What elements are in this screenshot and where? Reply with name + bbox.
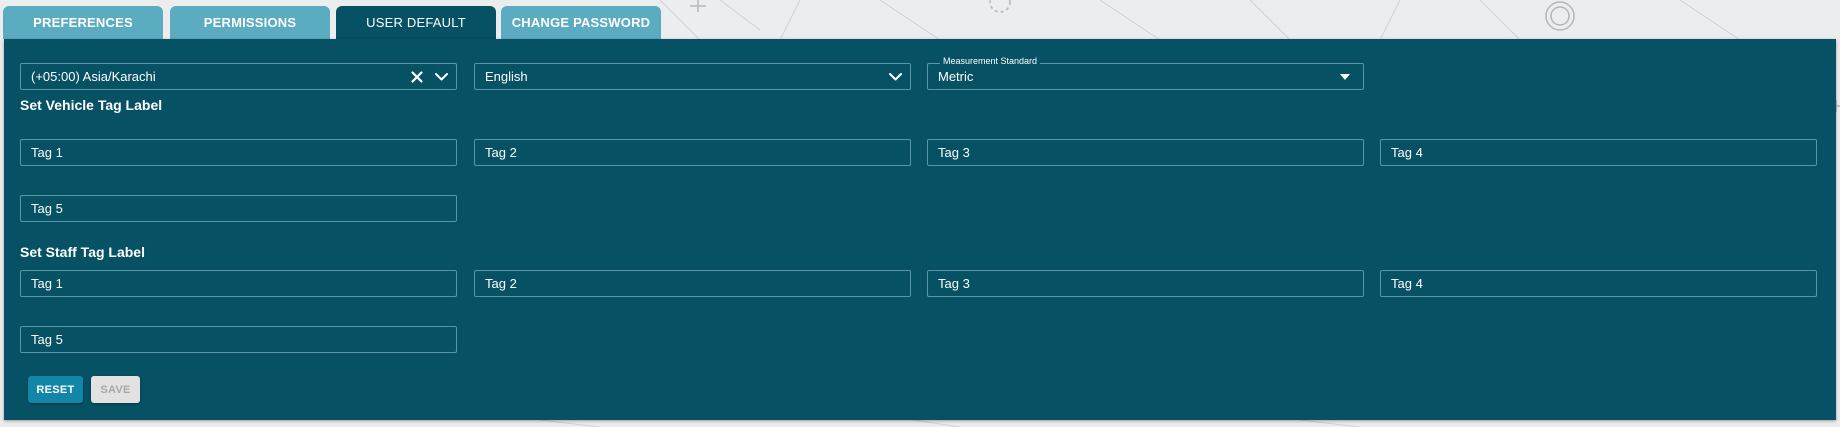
clear-icon[interactable] bbox=[405, 65, 429, 89]
staff-tag-input-4[interactable]: Tag 4 bbox=[1380, 270, 1817, 297]
save-button[interactable]: SAVE bbox=[91, 376, 140, 403]
tab-preferences[interactable]: PREFERENCES bbox=[3, 6, 163, 39]
vehicle-tag-value: Tag 4 bbox=[1391, 145, 1423, 160]
staff-tag-section-title: Set Staff Tag Label bbox=[20, 244, 145, 260]
measurement-value: Metric bbox=[938, 69, 974, 84]
caret-down-icon[interactable] bbox=[1333, 65, 1357, 89]
staff-tag-value: Tag 3 bbox=[938, 276, 970, 291]
vehicle-tag-input-3[interactable]: Tag 3 bbox=[927, 139, 1364, 166]
staff-tag-value: Tag 2 bbox=[485, 276, 517, 291]
timezone-value: (+05:00) Asia/Karachi bbox=[31, 69, 156, 84]
user-default-panel: (+05:00) Asia/Karachi English Measuremen… bbox=[4, 39, 1836, 420]
vehicle-tag-input-2[interactable]: Tag 2 bbox=[474, 139, 911, 166]
vehicle-tag-value: Tag 2 bbox=[485, 145, 517, 160]
vehicle-tag-input-1[interactable]: Tag 1 bbox=[20, 139, 457, 166]
measurement-standard-select[interactable]: Measurement Standard Metric bbox=[927, 56, 1364, 90]
measurement-standard-label: Measurement Standard bbox=[940, 56, 1041, 67]
staff-tag-value: Tag 4 bbox=[1391, 276, 1423, 291]
vehicle-tag-input-4[interactable]: Tag 4 bbox=[1380, 139, 1817, 166]
language-select[interactable]: English bbox=[474, 63, 911, 90]
chevron-down-icon[interactable] bbox=[429, 65, 453, 89]
tab-user-default[interactable]: USER DEFAULT bbox=[336, 6, 496, 39]
reset-button[interactable]: RESET bbox=[28, 376, 83, 403]
staff-tag-value: Tag 1 bbox=[31, 276, 63, 291]
staff-tag-value: Tag 5 bbox=[31, 332, 63, 347]
staff-tag-input-3[interactable]: Tag 3 bbox=[927, 270, 1364, 297]
timezone-select[interactable]: (+05:00) Asia/Karachi bbox=[20, 63, 457, 90]
language-value: English bbox=[485, 69, 528, 84]
vehicle-tag-value: Tag 3 bbox=[938, 145, 970, 160]
vehicle-tag-value: Tag 1 bbox=[31, 145, 63, 160]
staff-tag-input-1[interactable]: Tag 1 bbox=[20, 270, 457, 297]
tab-change-password[interactable]: CHANGE PASSWORD bbox=[501, 6, 661, 39]
chevron-down-icon[interactable] bbox=[883, 65, 907, 89]
vehicle-tag-input-5[interactable]: Tag 5 bbox=[20, 195, 457, 222]
vehicle-tag-value: Tag 5 bbox=[31, 201, 63, 216]
vehicle-tag-section-title: Set Vehicle Tag Label bbox=[20, 97, 163, 113]
staff-tag-input-5[interactable]: Tag 5 bbox=[20, 326, 457, 353]
staff-tag-input-2[interactable]: Tag 2 bbox=[474, 270, 911, 297]
tab-permissions[interactable]: PERMISSIONS bbox=[170, 6, 330, 39]
